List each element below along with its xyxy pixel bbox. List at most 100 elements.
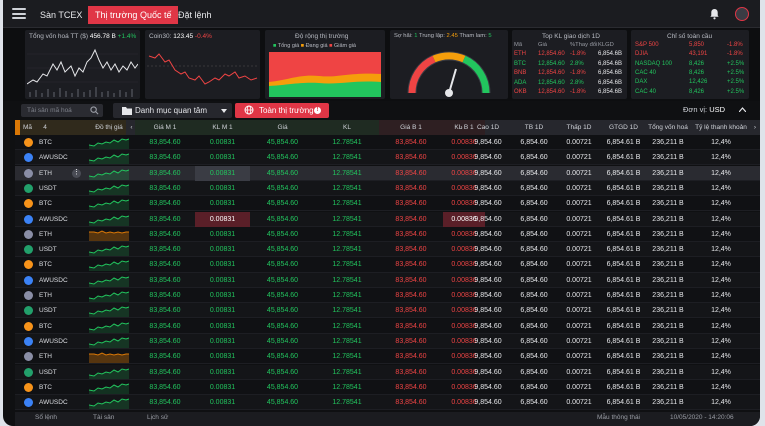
cell-low: 0.00721 <box>566 353 592 361</box>
table-row[interactable]: USDT 83,854.60 0.00831 45,854.60 12.78541 83,… <box>15 180 760 197</box>
cell-mcap: 236,211 B <box>652 337 684 345</box>
table-row[interactable]: AWUSDC 83,854.60 0.00831 45,854.60 12.78541 8… <box>15 211 760 227</box>
cell-sell-price: 83,854.60 <box>395 200 427 208</box>
scroll-left-icon[interactable]: ‹ <box>128 120 135 135</box>
table-row[interactable]: AWUSDC 83,854.60 0.00831 45,854.60 12.78541 8… <box>15 333 760 350</box>
top-volume-row[interactable]: ADA 12,854.60 2.8% 6,854.6B <box>514 80 625 89</box>
scroll-right-icon[interactable]: › <box>457 120 466 135</box>
col-mcap[interactable]: Tổng vốn hoá <box>647 120 689 135</box>
unit-selector[interactable]: Đơn vị: USD <box>683 105 725 114</box>
cell-price: 45,854.60 <box>266 139 299 146</box>
top-volume-cell: -1.8% <box>570 70 586 76</box>
table-row[interactable]: ETH 83,854.60 0.00831 45,854.60 12.78541 83,8… <box>15 288 760 304</box>
top-volume-title: Top KL giao dịch 1D <box>542 33 600 40</box>
top-volume-widget: Top KL giao dịch 1D Mã Giá %Thay đổi KLGD E… <box>512 30 627 99</box>
table-row[interactable]: ETH 83,854.60 0.00831 45,854.60 12.78541 83,8… <box>15 165 760 181</box>
fear-greed-gauge <box>407 51 491 97</box>
market-cap-change: +1.4% <box>117 33 137 40</box>
table-row[interactable]: AWUSDC 83,854.60 0.00831 45,854.60 12.78541 8… <box>15 272 760 288</box>
table-row[interactable]: USDT 83,854.60 0.00831 45,854.60 12.78541 83,… <box>15 242 760 258</box>
history-tab[interactable]: Lịch sử <box>147 413 168 423</box>
cell-price: 45,854.60 <box>266 169 299 177</box>
cell-sell-price: 83,854.60 <box>395 322 427 330</box>
col-ratio[interactable]: Tỷ lệ thanh khoản <box>689 120 753 135</box>
more-options-icon[interactable]: ⋮ <box>72 168 81 178</box>
table-row[interactable]: USDT 83,854.60 0.00831 45,854.60 12.78541 83,… <box>15 364 760 380</box>
cell-buy-vol: 0.00831 <box>209 292 236 299</box>
market-table-body: BTC 83,854.60 0.00831 45,854.60 12.78541 83,8… <box>15 135 760 413</box>
top-volume-cell: BNB <box>514 70 527 76</box>
table-row[interactable]: AWUSDC 83,854.60 0.00831 45,854.60 12.78541 8… <box>15 395 760 411</box>
global-index-row[interactable]: S&P 500 5,850 -1.8% <box>635 42 747 51</box>
cell-sell-price: 83,854.60 <box>395 399 427 407</box>
cell-vol: 12.78541 <box>332 276 362 284</box>
global-index-row[interactable]: CAC 40 8,426 +2.5% <box>635 70 747 79</box>
col-chart[interactable]: Đồ thị giá <box>89 120 129 135</box>
breadth-area-chart <box>269 52 381 97</box>
market-cap-widget: Tổng vốn hoá TT ($) 456.78 B +1.4% <box>25 30 140 99</box>
col-high[interactable]: Cao 1D <box>466 120 510 135</box>
global-index-row[interactable]: DJIA 43,191 -1.8% <box>635 51 747 60</box>
col-price[interactable]: Giá <box>250 120 315 135</box>
col-buy-vol[interactable]: KL M 1 <box>195 120 250 135</box>
tab-international-market[interactable]: Thị trường Quốc tế <box>88 6 179 24</box>
table-row[interactable]: USDT 83,854.60 0.00831 45,854.60 12.78541 83,… <box>15 303 760 319</box>
top-volume-row[interactable]: BNB 12,854.60 -1.8% 6,854.6B <box>514 70 625 79</box>
cell-low: 0.00721 <box>566 215 592 223</box>
menu-icon[interactable] <box>12 8 26 19</box>
fear-greed-widget: Sợ hãi: 1 Trung lập: 2.45 Tham lam: 5 <box>390 30 508 99</box>
col-code[interactable]: Mã <box>23 120 32 135</box>
cell-mcap: 236,211 B <box>652 353 684 361</box>
global-index-row[interactable]: CAC 40 8,426 +2.5% <box>635 89 747 98</box>
cell-buy-price: 83,854.60 <box>149 353 181 361</box>
table-row[interactable]: AWUSDC 83,854.60 0.00831 45,854.60 12.78541 8… <box>15 150 760 166</box>
bell-icon[interactable] <box>709 8 720 20</box>
cell-buy-price: 83,854.60 <box>149 337 181 345</box>
assets-tab[interactable]: Tài sản <box>93 413 114 423</box>
folder-icon <box>122 107 132 115</box>
col-gtgd[interactable]: GTGD 1D <box>600 120 647 135</box>
global-index-row[interactable]: NASDAQ 100 8,426 +2.5% <box>635 61 747 70</box>
top-volume-row[interactable]: OKB 12,854.60 -1.8% 6,854.6B <box>514 89 625 98</box>
col-buy-price[interactable]: Giá M 1 <box>135 120 195 135</box>
col-low[interactable]: Thấp 1D <box>558 120 600 135</box>
table-row[interactable]: BTC 83,854.60 0.00831 45,854.60 12.78541 83,8… <box>15 379 760 395</box>
global-index-row[interactable]: DAX 12,426 +2.5% <box>635 79 747 88</box>
cell-price: 45,854.60 <box>266 368 299 376</box>
cell-high: 9,854.60 <box>474 215 502 223</box>
symbol-label: USDT <box>39 307 57 315</box>
user-avatar[interactable] <box>735 7 749 21</box>
top-volume-row[interactable]: ETH 12,854.60 -1.8% 6,854.6B <box>514 51 625 60</box>
cell-price: 45,854.60 <box>266 322 299 330</box>
cell-mcap: 236,211 B <box>652 368 684 376</box>
order-book-tab[interactable]: Sổ lệnh <box>35 413 57 423</box>
col-tb[interactable]: TB 1D <box>510 120 558 135</box>
col-vol[interactable]: KL <box>315 120 379 135</box>
table-row[interactable]: BTC 83,854.60 0.00831 45,854.60 12.78541 83,8… <box>15 196 760 212</box>
table-row[interactable]: BTC 83,854.60 0.00831 45,854.60 12.78541 83,8… <box>15 257 760 273</box>
cell-price: 45,854.60 <box>266 383 299 391</box>
global-index-cell: CAC 40 <box>635 69 657 76</box>
chevron-up-icon[interactable] <box>739 107 746 112</box>
tab-tcex[interactable]: Sàn TCEX <box>33 6 89 24</box>
cell-vol: 12.78541 <box>332 169 362 177</box>
table-row[interactable]: BTC 83,854.60 0.00831 45,854.60 12.78541 83,8… <box>15 135 760 151</box>
tab-place-order[interactable]: Đặt lệnh <box>171 6 219 24</box>
table-row[interactable]: ETH 83,854.60 0.00831 45,854.60 12.78541 83,8… <box>15 226 760 242</box>
smart-template-link[interactable]: Mẫu thông thái <box>597 413 640 423</box>
table-row[interactable]: BTC 83,854.60 0.00831 45,854.60 12.78541 83,8… <box>15 318 760 334</box>
cell-vol: 12.78541 <box>332 307 362 315</box>
top-volume-row[interactable]: BTC 12,854.60 2.8% 6,854.6B <box>514 61 625 70</box>
cell-ratio: 12,4% <box>711 383 731 391</box>
next-columns-icon[interactable]: › <box>750 120 760 135</box>
cell-buy-price: 83,854.60 <box>149 246 181 254</box>
table-row[interactable]: ETH 83,854.60 0.00831 45,854.60 12.78541 83,8… <box>15 349 760 365</box>
cell-ratio: 12,4% <box>711 139 731 146</box>
search-icon[interactable] <box>90 106 99 115</box>
cell-buy-price: 83,854.60 <box>149 230 181 238</box>
global-index-title: Chỉ số toàn cầu <box>667 33 713 40</box>
market-cap-chart <box>27 48 138 97</box>
col-sell-price[interactable]: Giá B 1 <box>379 120 443 135</box>
cell-low: 0.00721 <box>566 322 592 330</box>
cell-tb: 6,854.60 <box>520 200 548 208</box>
